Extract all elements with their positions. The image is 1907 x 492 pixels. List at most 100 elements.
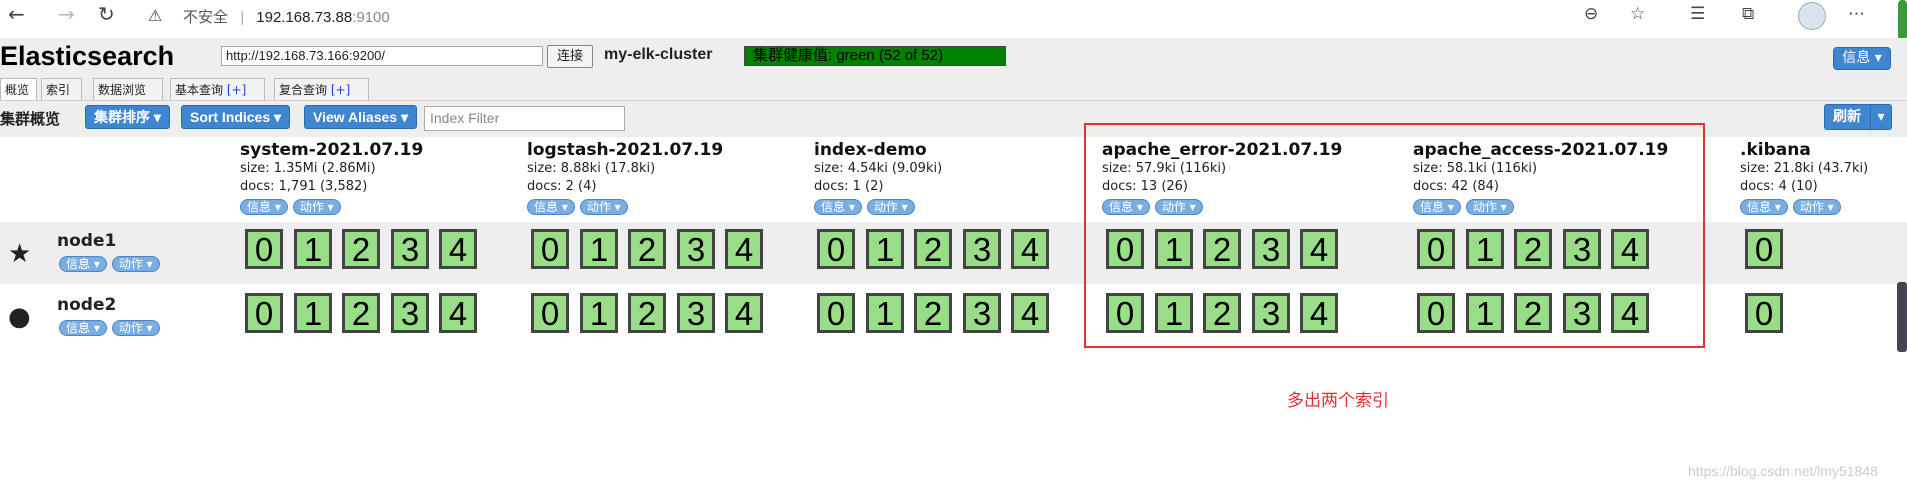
app-logo: Elasticsearch <box>0 41 175 71</box>
tab-label: 数据浏览 <box>98 83 147 97</box>
shard-box[interactable]: 4 <box>1011 229 1049 269</box>
node-action-button[interactable]: 动作 ▾ <box>111 256 160 272</box>
shard-box[interactable]: 4 <box>725 229 763 269</box>
index-info-button[interactable]: 信息 ▾ <box>1740 199 1788 215</box>
overview-title: 集群概览 <box>0 110 61 128</box>
shard-box[interactable]: 0 <box>531 229 569 269</box>
shard-box[interactable]: 2 <box>914 229 952 269</box>
index-info-button[interactable]: 信息 ▾ <box>527 199 575 215</box>
address-bar[interactable]: 不安全 | 192.168.73.88:9100 <box>183 6 390 27</box>
shard-box[interactable]: 1 <box>866 293 904 333</box>
shard-box[interactable]: 1 <box>580 293 618 333</box>
shard-box[interactable]: 2 <box>342 229 380 269</box>
index-docs: docs: 1,791 (3,582) <box>240 179 368 194</box>
warning-icon[interactable]: ⚠ <box>148 4 162 28</box>
shard-box[interactable]: 0 <box>245 293 283 333</box>
shard-box[interactable]: 2 <box>628 229 666 269</box>
tab-label: 复合查询 <box>279 83 328 97</box>
index-info-button[interactable]: 信息 ▾ <box>814 199 862 215</box>
index-docs: docs: 4 (10) <box>1740 179 1818 194</box>
index-action-button[interactable]: 动作 ▾ <box>292 199 341 215</box>
shard-box[interactable]: 4 <box>1011 293 1049 333</box>
refresh-label: 刷新 <box>1833 109 1861 125</box>
node-action-button[interactable]: 动作 ▾ <box>111 320 160 336</box>
index-size: size: 4.54ki (9.09ki) <box>814 161 943 176</box>
index-action-button[interactable]: 动作 ▾ <box>866 199 915 215</box>
shard-box[interactable]: 4 <box>725 293 763 333</box>
index-info-button[interactable]: 信息 ▾ <box>240 199 288 215</box>
cluster-health-badge: 集群健康值: green (52 of 52) <box>744 46 1006 66</box>
shard-box[interactable]: 1 <box>294 229 332 269</box>
zoom-out-icon[interactable]: ⊖ <box>1584 2 1598 26</box>
page-scrollbar[interactable] <box>1898 0 1907 40</box>
view-aliases-button[interactable]: View Aliases ▾ <box>304 105 417 129</box>
circle-icon: ● <box>8 302 31 332</box>
tab-overview[interactable]: 概览 <box>0 78 37 100</box>
shard-box[interactable]: 2 <box>628 293 666 333</box>
cluster-url-input[interactable]: http://192.168.73.166:9200/ <box>221 46 543 66</box>
star-icon: ★ <box>8 239 32 269</box>
shard-box[interactable]: 0 <box>817 229 855 269</box>
favorites-icon[interactable]: ☰ <box>1690 2 1705 26</box>
shard-box[interactable]: 0 <box>1745 229 1783 269</box>
tab-label: 索引 <box>46 83 71 97</box>
shard-box[interactable]: 3 <box>677 229 715 269</box>
shard-box[interactable]: 3 <box>391 293 429 333</box>
index-action-button[interactable]: 动作 ▾ <box>1792 199 1841 215</box>
tab-plus: [+] <box>330 83 351 97</box>
tab-browser[interactable]: 数据浏览 <box>93 78 163 100</box>
more-icon[interactable]: ⋯ <box>1848 2 1865 26</box>
index-header-kibana: .kibana size: 21.8ki (43.7ki) docs: 4 (1… <box>1740 140 1868 215</box>
tab-label: 概览 <box>5 83 30 97</box>
reload-icon[interactable]: ↻ <box>98 2 115 26</box>
security-text: 不安全 <box>183 9 229 26</box>
shard-box[interactable]: 3 <box>677 293 715 333</box>
index-name: index-demo <box>814 140 927 160</box>
connect-button[interactable]: 连接 <box>547 45 593 68</box>
index-docs: docs: 1 (2) <box>814 179 884 194</box>
info-menu-button[interactable]: 信息 ▾ <box>1833 47 1891 70</box>
side-scroll-handle[interactable] <box>1897 282 1907 352</box>
shard-box[interactable]: 0 <box>531 293 569 333</box>
shard-box[interactable]: 0 <box>1745 293 1783 333</box>
shard-box[interactable]: 4 <box>439 293 477 333</box>
shard-box[interactable]: 1 <box>866 229 904 269</box>
shard-box[interactable]: 2 <box>342 293 380 333</box>
node-info-button[interactable]: 信息 ▾ <box>59 320 107 336</box>
browser-toolbar: ← → ↻ ⚠ 不安全 | 192.168.73.88:9100 ⊖ ☆ ☰ ⧉… <box>0 0 1907 40</box>
node-name: node1 <box>57 231 117 251</box>
shard-box[interactable]: 2 <box>914 293 952 333</box>
node-info-button[interactable]: 信息 ▾ <box>59 256 107 272</box>
tab-structured-query[interactable]: 复合查询 [+] <box>274 78 369 100</box>
index-filter-input[interactable]: Index Filter <box>424 106 625 131</box>
collections-icon[interactable]: ⧉ <box>1742 2 1754 26</box>
index-size: size: 1.35Mi (2.86Mi) <box>240 161 376 176</box>
highlight-box <box>1084 123 1705 348</box>
index-docs: docs: 2 (4) <box>527 179 597 194</box>
shard-box[interactable]: 3 <box>391 229 429 269</box>
sort-indices-button[interactable]: Sort Indices ▾ <box>181 105 291 129</box>
index-name: system-2021.07.19 <box>240 140 424 160</box>
refresh-button[interactable]: 刷新 ▾ <box>1824 104 1892 130</box>
shard-box[interactable]: 0 <box>817 293 855 333</box>
sort-cluster-button[interactable]: 集群排序 ▾ <box>85 105 170 129</box>
tab-basic-query[interactable]: 基本查询 [+] <box>170 78 265 100</box>
index-header-system: system-2021.07.19 size: 1.35Mi (2.86Mi) … <box>240 140 423 215</box>
shard-box[interactable]: 3 <box>963 293 1001 333</box>
tab-indices[interactable]: 索引 <box>41 78 82 100</box>
index-size: size: 21.8ki (43.7ki) <box>1740 161 1869 176</box>
back-arrow-icon[interactable]: ← <box>8 2 25 26</box>
index-size: size: 8.88ki (17.8ki) <box>527 161 656 176</box>
forward-arrow-icon[interactable]: → <box>58 2 75 26</box>
shard-box[interactable]: 4 <box>439 229 477 269</box>
shard-box[interactable]: 3 <box>963 229 1001 269</box>
shard-box[interactable]: 1 <box>294 293 332 333</box>
add-favorite-icon[interactable]: ☆ <box>1630 2 1645 26</box>
profile-avatar[interactable] <box>1798 2 1826 30</box>
address-host: 192.168.73.88 <box>256 9 353 26</box>
shard-box[interactable]: 1 <box>580 229 618 269</box>
refresh-dropdown-icon[interactable]: ▾ <box>1870 105 1891 129</box>
shard-box[interactable]: 0 <box>245 229 283 269</box>
index-action-button[interactable]: 动作 ▾ <box>579 199 628 215</box>
tab-plus: [+] <box>226 83 247 97</box>
